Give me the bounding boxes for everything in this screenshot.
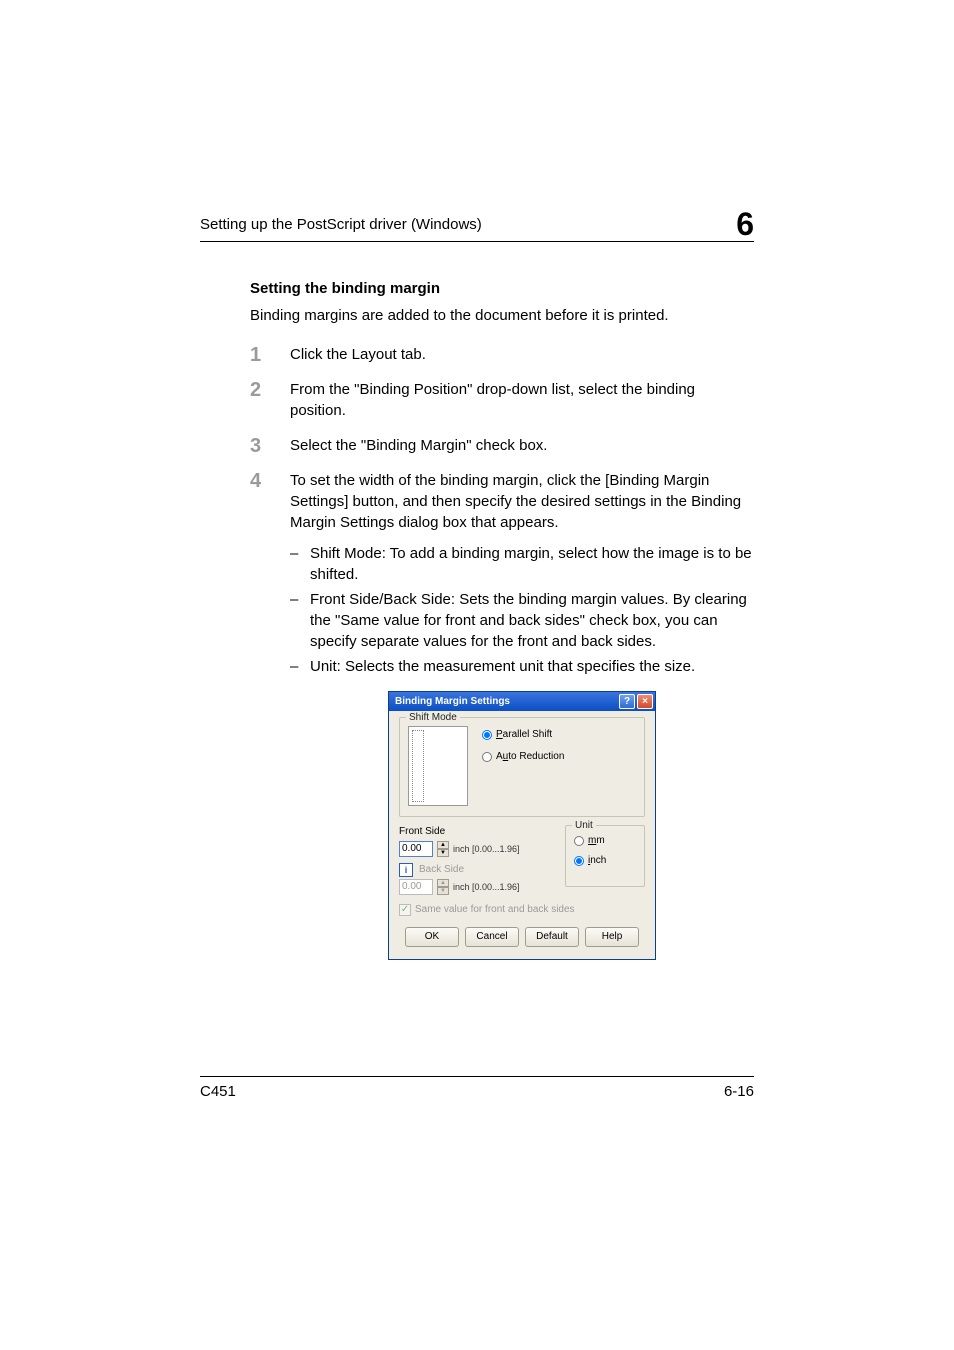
- front-side-spin-buttons[interactable]: ▲▼: [437, 841, 449, 857]
- step-3: 3 Select the "Binding Margin" check box.: [250, 435, 754, 456]
- back-side-label: Back Side: [419, 863, 464, 877]
- unit-group: Unit mm inch: [565, 825, 645, 887]
- shift-preview: [408, 726, 468, 806]
- chapter-number: 6: [736, 206, 754, 243]
- step-number: 4: [250, 470, 290, 491]
- info-icon: i: [399, 863, 413, 877]
- subitem: – Unit: Selects the measurement unit tha…: [290, 656, 754, 677]
- step-text: Select the "Binding Margin" check box.: [290, 435, 754, 456]
- bullet: –: [290, 589, 310, 652]
- step-body: To set the width of the binding margin, …: [290, 470, 754, 960]
- same-value-checkbox: ✓ Same value for front and back sides: [399, 903, 645, 917]
- radio-input[interactable]: [482, 752, 492, 762]
- subitem-text: Unit: Selects the measurement unit that …: [310, 656, 754, 677]
- close-icon[interactable]: ×: [637, 694, 653, 709]
- intro-text: Binding margins are added to the documen…: [250, 305, 754, 326]
- footer-right: 6-16: [724, 1083, 754, 1100]
- step-number: 3: [250, 435, 290, 456]
- radio-label: Auto Reduction: [496, 750, 564, 764]
- front-side-label: Front Side: [399, 826, 445, 837]
- content: Setting the binding margin Binding margi…: [200, 278, 754, 960]
- page: Setting up the PostScript driver (Window…: [0, 0, 954, 1350]
- dialog-titlebar: Binding Margin Settings ? ×: [389, 692, 655, 711]
- back-range: inch [0.00...1.96]: [453, 881, 520, 894]
- step-text: To set the width of the binding margin, …: [290, 472, 741, 531]
- step-text: From the "Binding Position" drop-down li…: [290, 379, 754, 421]
- step-2: 2 From the "Binding Position" drop-down …: [250, 379, 754, 421]
- footer-left: C451: [200, 1083, 236, 1100]
- back-side-row: i Back Side: [399, 863, 551, 877]
- step-text: Click the Layout tab.: [290, 344, 754, 365]
- subitem: – Shift Mode: To add a binding margin, s…: [290, 543, 754, 585]
- back-side-spin-buttons: ▲▼: [437, 879, 449, 895]
- radio-input[interactable]: [574, 836, 584, 846]
- sublist: – Shift Mode: To add a binding margin, s…: [290, 543, 754, 677]
- front-range: inch [0.00...1.96]: [453, 843, 520, 856]
- radio-label: mm: [588, 834, 605, 848]
- help-icon[interactable]: ?: [619, 694, 635, 709]
- cancel-button[interactable]: Cancel: [465, 927, 519, 947]
- radio-input[interactable]: [574, 856, 584, 866]
- bullet: –: [290, 543, 310, 585]
- binding-margin-settings-dialog: Binding Margin Settings ? × Shift Mode: [388, 691, 656, 960]
- shift-mode-group: Shift Mode Parallel Shift: [399, 717, 645, 817]
- default-button[interactable]: Default: [525, 927, 579, 947]
- group-legend: Shift Mode: [406, 711, 460, 725]
- unit-inch-radio[interactable]: inch: [574, 854, 636, 868]
- back-side-spinbox: 0.00: [399, 879, 433, 895]
- subitem: – Front Side/Back Side: Sets the binding…: [290, 589, 754, 652]
- step-1: 1 Click the Layout tab.: [250, 344, 754, 365]
- page-header: Setting up the PostScript driver (Window…: [200, 200, 754, 242]
- running-head: Setting up the PostScript driver (Window…: [200, 216, 482, 233]
- step-4: 4 To set the width of the binding margin…: [250, 470, 754, 960]
- subitem-text: Shift Mode: To add a binding margin, sel…: [310, 543, 754, 585]
- parallel-shift-radio[interactable]: Parallel Shift: [482, 728, 564, 742]
- subheading: Setting the binding margin: [250, 278, 754, 299]
- dialog-body: Shift Mode Parallel Shift: [389, 711, 655, 959]
- radio-label: Parallel Shift: [496, 728, 552, 742]
- checkbox-icon: ✓: [399, 904, 411, 916]
- auto-reduction-radio[interactable]: Auto Reduction: [482, 750, 564, 764]
- radio-input[interactable]: [482, 730, 492, 740]
- dialog-figure: Binding Margin Settings ? × Shift Mode: [290, 691, 754, 960]
- checkbox-label: Same value for front and back sides: [415, 903, 575, 917]
- help-button[interactable]: Help: [585, 927, 639, 947]
- radio-label: inch: [588, 854, 606, 868]
- page-footer: C451 6-16: [200, 1076, 754, 1100]
- bullet: –: [290, 656, 310, 677]
- step-number: 1: [250, 344, 290, 365]
- dialog-buttons: OK Cancel Default Help: [399, 927, 645, 949]
- unit-mm-radio[interactable]: mm: [574, 834, 636, 848]
- ok-button[interactable]: OK: [405, 927, 459, 947]
- step-number: 2: [250, 379, 290, 400]
- front-side-spinbox[interactable]: 0.00: [399, 841, 433, 857]
- group-legend: Unit: [572, 819, 596, 833]
- dialog-title: Binding Margin Settings: [395, 695, 617, 709]
- front-back-column: Front Side 0.00 ▲▼ inch [0.00...1.96] i …: [399, 825, 551, 895]
- subitem-text: Front Side/Back Side: Sets the binding m…: [310, 589, 754, 652]
